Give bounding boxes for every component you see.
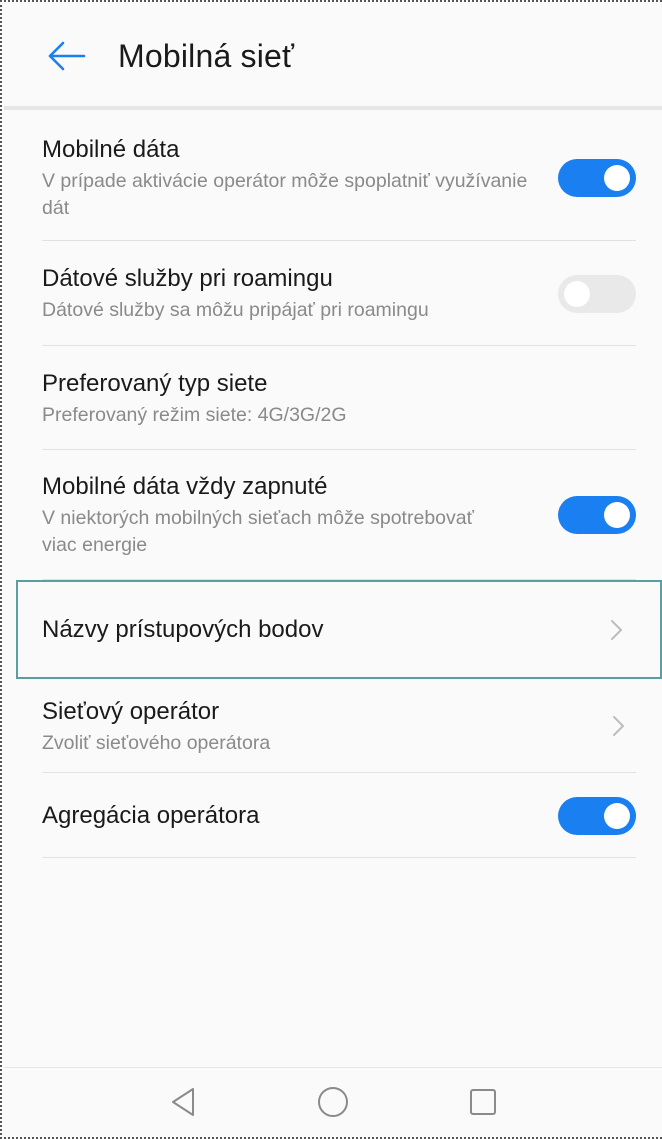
- setting-apn[interactable]: Názvy prístupových bodov: [16, 580, 662, 679]
- triangle-back-icon: [172, 1087, 194, 1116]
- setting-always-on[interactable]: Mobilné dáta vždy zapnuté V niektorých m…: [4, 450, 662, 580]
- circle-home-icon: [318, 1086, 348, 1117]
- toggle-knob: [564, 280, 590, 307]
- chevron-right-icon: [611, 619, 622, 640]
- app-bar: Mobilná sieť: [4, 4, 662, 108]
- setting-title: Mobilné dáta: [42, 135, 180, 163]
- mobile-data-toggle[interactable]: [558, 158, 636, 197]
- toggle-knob: [604, 502, 630, 528]
- chevron-right-icon: [613, 716, 624, 736]
- setting-subtitle: V niektorých mobilných sieťach môže spot…: [42, 507, 474, 556]
- setting-preferred-network[interactable]: Preferovaný typ siete Preferovaný režim …: [4, 346, 662, 450]
- screen: Mobilná sieť Mobilné dáta V prípade akti…: [0, 0, 662, 1139]
- setting-title: Sieťový operátor: [42, 697, 220, 725]
- setting-carrier-aggregation[interactable]: Agregácia operátora: [4, 773, 662, 858]
- setting-subtitle: Zvoliť sieťového operátora: [42, 731, 271, 754]
- toggle-knob: [604, 164, 630, 191]
- setting-roaming[interactable]: Dátové služby pri roamingu Dátové služby…: [4, 241, 662, 346]
- setting-subtitle: Dátové služby sa môžu pripájať pri roami…: [42, 299, 429, 321]
- setting-subtitle: Preferovaný režim siete: 4G/3G/2G: [42, 403, 347, 426]
- roaming-toggle[interactable]: [558, 274, 636, 313]
- arrow-left-icon: [48, 41, 86, 71]
- setting-mobile-data[interactable]: Mobilné dáta V prípade aktivácie operáto…: [4, 110, 662, 241]
- back-button[interactable]: [32, 26, 100, 86]
- toggle-knob: [604, 802, 630, 829]
- nav-back-button[interactable]: [163, 1082, 203, 1122]
- always-on-toggle[interactable]: [558, 496, 636, 534]
- carrier-aggregation-toggle[interactable]: [558, 796, 636, 835]
- settings-list: Mobilné dáta V prípade aktivácie operáto…: [4, 110, 662, 858]
- system-nav-bar: [4, 1067, 662, 1135]
- setting-title: Preferovaný typ siete: [42, 369, 268, 397]
- page-title: Mobilná sieť: [118, 37, 295, 74]
- nav-recents-button[interactable]: [463, 1082, 503, 1122]
- setting-title: Agregácia operátora: [42, 801, 260, 829]
- setting-network-operator[interactable]: Sieťový operátor Zvoliť sieťového operát…: [4, 679, 662, 773]
- setting-subtitle: V prípade aktivácie operátor môže spopla…: [42, 169, 528, 219]
- square-recents-icon: [470, 1088, 496, 1115]
- setting-title: Názvy prístupových bodov: [42, 615, 324, 643]
- setting-title: Mobilné dáta vždy zapnuté: [42, 473, 328, 500]
- nav-home-button[interactable]: [313, 1082, 353, 1122]
- setting-title: Dátové služby pri roamingu: [42, 265, 333, 292]
